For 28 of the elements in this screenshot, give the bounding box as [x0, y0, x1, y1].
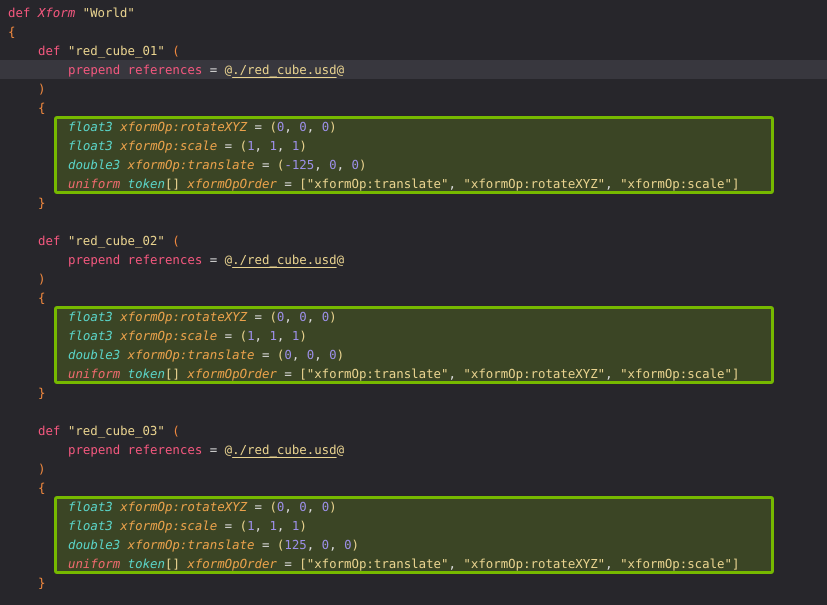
code-line: } — [37, 574, 46, 592]
code-line: ) — [37, 80, 46, 98]
code-line: float3 xformOp:rotateXYZ = (0, 0, 0) — [67, 498, 338, 516]
code-line: ) — [37, 270, 46, 288]
code-line: float3 xformOp:scale = (1, 1, 1) — [67, 517, 308, 535]
code-line: float3 xformOp:scale = (1, 1, 1) — [67, 327, 308, 345]
code-line: double3 xformOp:translate = (0, 0, 0) — [67, 346, 346, 364]
code-line: } — [37, 384, 46, 402]
code-line: } — [37, 194, 46, 212]
code-line: ) — [37, 460, 46, 478]
code-line: prepend references = @./red_cube.usd@ — [67, 441, 346, 459]
code-line: uniform token[] xformOpOrder = ["xformOp:translate", "xformOp:rotateXYZ", "xformOp:scale"] — [67, 365, 740, 383]
code-line: def "red_cube_01" ( — [37, 42, 181, 60]
code-line: def "red_cube_03" ( — [37, 422, 181, 440]
code-line: double3 xformOp:translate = (-125, 0, 0) — [67, 156, 368, 174]
code-line: prepend references = @./red_cube.usd@ — [67, 251, 346, 269]
code-line: { — [37, 99, 46, 117]
code-line: float3 xformOp:scale = (1, 1, 1) — [67, 137, 308, 155]
code-line: { — [37, 289, 46, 307]
code-line: uniform token[] xformOpOrder = ["xformOp:translate", "xformOp:rotateXYZ", "xformOp:scale"] — [67, 175, 740, 193]
code-line: def Xform "World" — [7, 4, 136, 22]
code-line: def "red_cube_02" ( — [37, 232, 181, 250]
code-line: double3 xformOp:translate = (125, 0, 0) — [67, 536, 360, 554]
code-line: { — [37, 479, 46, 497]
code-line: float3 xformOp:rotateXYZ = (0, 0, 0) — [67, 118, 338, 136]
code-line: float3 xformOp:rotateXYZ = (0, 0, 0) — [67, 308, 338, 326]
code-line: uniform token[] xformOpOrder = ["xformOp:translate", "xformOp:rotateXYZ", "xformOp:scale"] — [67, 555, 740, 573]
code-line: { — [7, 23, 16, 41]
